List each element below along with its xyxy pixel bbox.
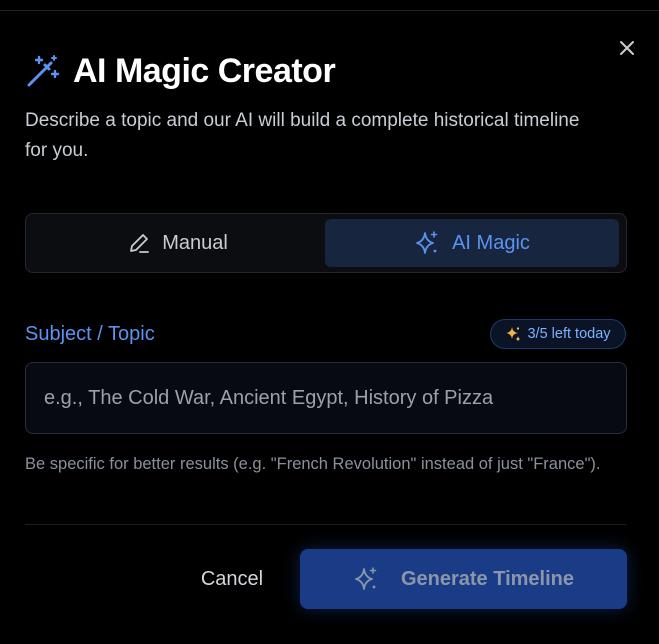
topic-label: Subject / Topic — [25, 323, 155, 345]
close-icon — [620, 41, 634, 55]
tab-manual-label: Manual — [162, 231, 228, 254]
mode-toggle: Manual AI Magic — [25, 213, 627, 273]
magic-wand-icon — [25, 53, 61, 89]
generate-timeline-label: Generate Timeline — [400, 567, 575, 590]
pencil-icon — [130, 234, 150, 253]
quota-badge: 3/5 left today — [490, 319, 626, 349]
tab-ai-magic-label: AI Magic — [452, 231, 530, 254]
quota-text: 3/5 left today — [527, 326, 611, 342]
cancel-button[interactable]: Cancel — [180, 551, 284, 607]
tab-manual[interactable]: Manual — [31, 219, 325, 267]
topic-input[interactable] — [25, 362, 627, 434]
dialog-description: Describe a topic and our AI will build a… — [25, 110, 580, 161]
dialog-title: AI Magic Creator — [73, 51, 336, 90]
sparkle-icon — [505, 326, 521, 342]
sparkles-icon — [416, 231, 438, 254]
topic-hint: Be specific for better results (e.g. "Fr… — [25, 455, 601, 473]
ai-magic-dialog: AI Magic Creator Describe a topic and ou… — [0, 10, 659, 644]
footer-divider — [25, 524, 627, 525]
close-button[interactable] — [614, 35, 640, 61]
tab-ai-magic[interactable]: AI Magic — [325, 219, 619, 267]
generate-timeline-button[interactable]: Generate Timeline — [300, 549, 627, 609]
sparkles-icon — [353, 566, 379, 592]
title-row: AI Magic Creator — [25, 51, 336, 91]
